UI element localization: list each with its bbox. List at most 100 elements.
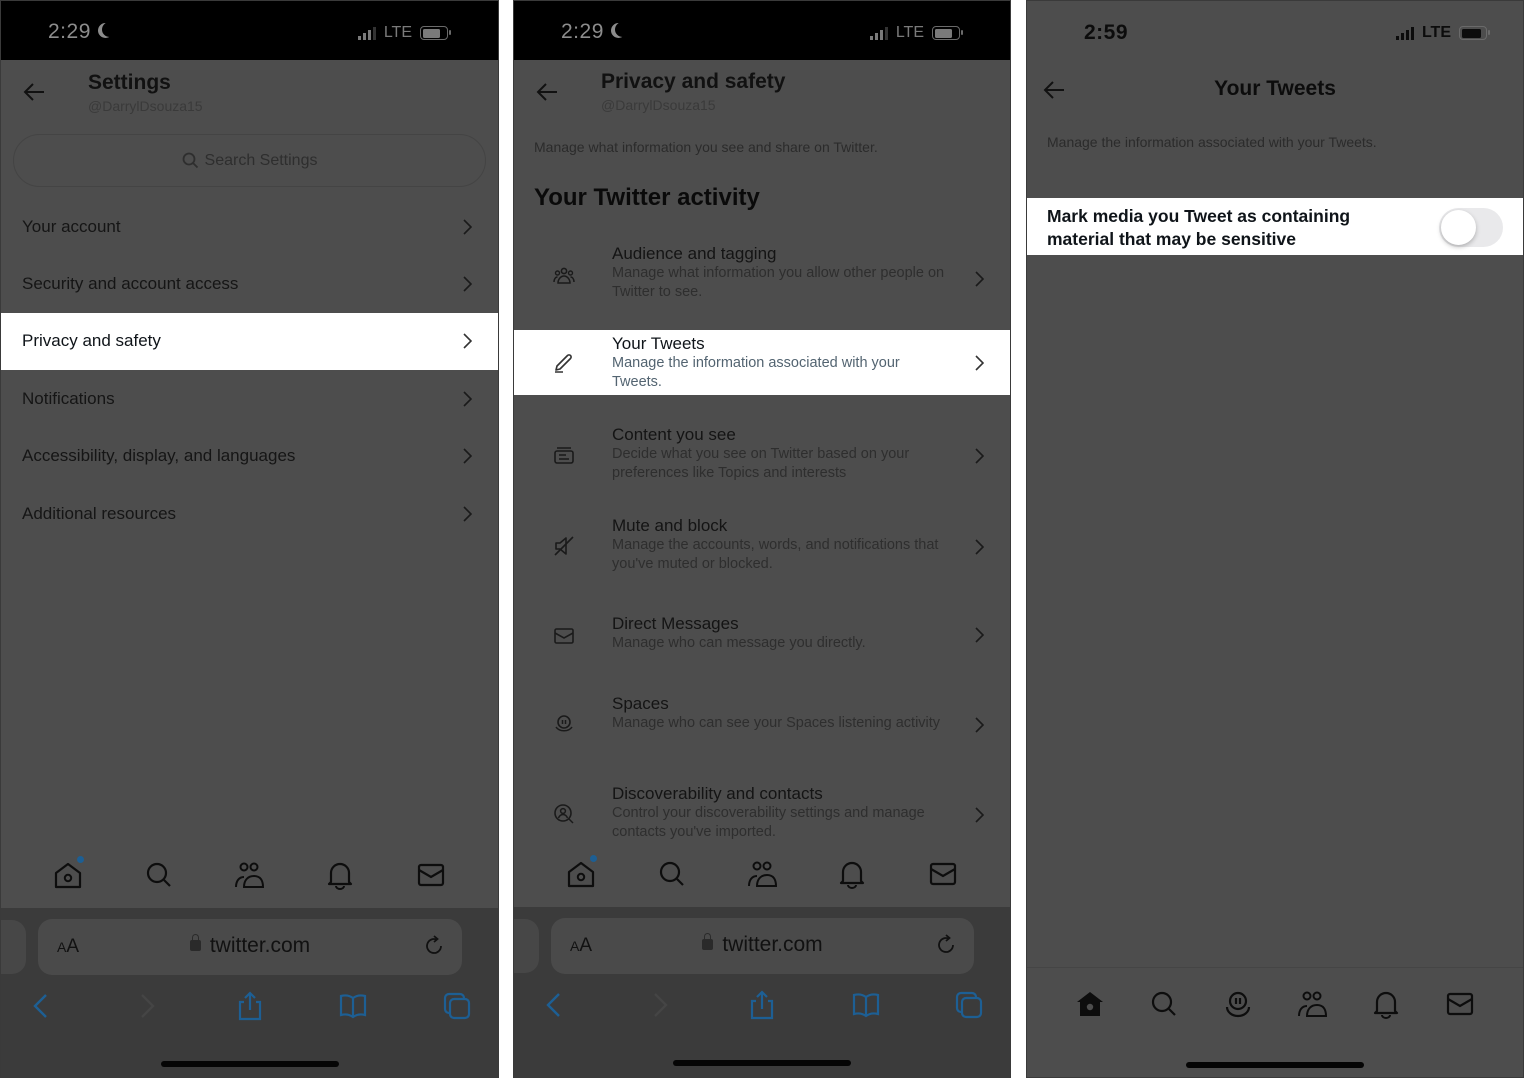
reload-icon[interactable] xyxy=(934,933,958,957)
tab-communities[interactable] xyxy=(233,859,265,891)
safari-toolbar: AA twitter.com xyxy=(1,908,498,1077)
page-description: Manage what information you see and shar… xyxy=(534,139,878,155)
tab-spaces[interactable] xyxy=(1222,988,1254,1020)
tab-bar-divider xyxy=(1027,967,1523,968)
page-title: Your Tweets xyxy=(1214,77,1336,100)
chevron-right-icon xyxy=(975,807,984,823)
previous-tab-stub[interactable] xyxy=(514,919,539,973)
page-description: Manage the information associated with y… xyxy=(1047,134,1377,150)
your-tweets-screen: 2:59 LTE Your Tweets Manage the informat… xyxy=(1026,0,1524,1078)
share-icon[interactable] xyxy=(235,990,265,1022)
share-icon[interactable] xyxy=(747,989,777,1021)
forward-nav-icon[interactable] xyxy=(644,989,674,1021)
battery-icon xyxy=(420,26,451,40)
address-bar[interactable]: AA twitter.com xyxy=(551,918,974,974)
option-spaces[interactable]: Spaces Manage who can see your Spaces lis… xyxy=(514,690,1010,760)
previous-tab-stub[interactable] xyxy=(1,920,26,974)
home-icon xyxy=(568,861,595,888)
url-text: twitter.com xyxy=(722,933,823,956)
bookmarks-icon[interactable] xyxy=(338,990,368,1022)
safari-toolbar: AA twitter.com xyxy=(514,907,1010,1077)
tab-home[interactable] xyxy=(52,856,85,891)
option-description: Manage the accounts, words, and notifica… xyxy=(612,537,939,572)
menu-item-label: Security and account access xyxy=(22,274,239,294)
tab-search[interactable] xyxy=(1148,988,1180,1020)
signal-icon xyxy=(869,26,888,40)
status-time: 2:29 xyxy=(561,20,604,43)
address-bar[interactable]: AA twitter.com xyxy=(38,919,462,975)
option-direct-messages[interactable]: Direct Messages Manage who can message yo… xyxy=(514,610,1010,660)
option-description: Manage what information you allow other … xyxy=(612,265,945,300)
option-description: Control your discoverability settings an… xyxy=(612,805,925,840)
option-your-tweets[interactable]: Your Tweets Manage the information associ… xyxy=(514,330,1010,395)
option-discoverability-and-contacts[interactable]: Discoverability and contacts Control your… xyxy=(514,780,1010,850)
bookmarks-icon[interactable] xyxy=(851,989,881,1021)
lock-icon xyxy=(189,934,201,951)
account-handle: @DarrylDsouza15 xyxy=(601,97,716,113)
sensitive-media-setting: Mark media you Tweet as containing mater… xyxy=(1027,198,1523,255)
option-title: Spaces xyxy=(612,694,669,713)
option-mute-and-block[interactable]: Mute and block Manage the accounts, words… xyxy=(514,512,1010,582)
tab-notifications[interactable] xyxy=(324,859,356,891)
option-title: Direct Messages xyxy=(612,614,739,633)
carrier-label: LTE xyxy=(895,24,924,41)
back-nav-icon[interactable] xyxy=(27,990,57,1022)
menu-item-your-account[interactable]: Your account xyxy=(1,198,498,255)
bell-icon xyxy=(1373,991,1399,1019)
option-title: Your Tweets xyxy=(612,334,705,353)
toggle-knob xyxy=(1441,210,1476,245)
bottom-tab-bar xyxy=(514,855,1010,890)
communities-icon xyxy=(747,861,777,887)
back-nav-icon[interactable] xyxy=(540,989,570,1021)
sensitive-media-label: Mark media you Tweet as containing mater… xyxy=(1047,206,1351,249)
settings-menu: Your account Security and account access… xyxy=(1,198,498,542)
tab-search[interactable] xyxy=(656,858,688,890)
menu-item-security[interactable]: Security and account access xyxy=(1,255,498,312)
menu-item-label: Accessibility, display, and languages xyxy=(22,446,296,466)
tab-messages[interactable] xyxy=(927,858,959,890)
tabs-icon[interactable] xyxy=(954,989,984,1021)
option-audience-and-tagging[interactable]: Audience and tagging Manage what informat… xyxy=(514,240,1010,320)
tabs-icon[interactable] xyxy=(442,990,472,1022)
chevron-right-icon xyxy=(463,448,472,464)
chevron-right-icon xyxy=(463,276,472,292)
sensitive-media-toggle[interactable] xyxy=(1439,208,1503,247)
home-icon xyxy=(55,862,82,889)
bell-icon xyxy=(840,861,865,889)
tab-home[interactable] xyxy=(1074,988,1106,1020)
bottom-tab-bar xyxy=(1027,988,1523,1020)
menu-item-notifications[interactable]: Notifications xyxy=(1,370,498,427)
search-icon xyxy=(659,861,684,886)
menu-item-privacy-and-safety[interactable]: Privacy and safety xyxy=(1,312,498,371)
option-description: Manage who can message you directly. xyxy=(612,635,866,651)
menu-item-additional-resources[interactable]: Additional resources xyxy=(1,485,498,542)
search-settings-input[interactable]: Search Settings xyxy=(13,134,486,187)
tab-communities[interactable] xyxy=(746,858,778,890)
page-title: Settings xyxy=(88,71,171,94)
tab-communities[interactable] xyxy=(1296,988,1328,1020)
back-arrow-icon[interactable] xyxy=(23,82,45,102)
account-handle: @DarrylDsouza15 xyxy=(88,98,203,114)
tab-messages[interactable] xyxy=(1444,988,1476,1020)
carrier-label: LTE xyxy=(1421,24,1451,41)
communities-icon xyxy=(1298,991,1328,1017)
signal-icon xyxy=(1395,26,1414,40)
reload-icon[interactable] xyxy=(422,934,446,958)
option-title: Discoverability and contacts xyxy=(612,784,823,803)
chevron-right-icon xyxy=(463,506,472,522)
option-content-you-see[interactable]: Content you see Decide what you see on Tw… xyxy=(514,421,1010,491)
tab-search[interactable] xyxy=(143,859,175,891)
chevron-right-icon xyxy=(975,717,984,733)
forward-nav-icon[interactable] xyxy=(131,990,161,1022)
pencil-icon xyxy=(555,354,572,373)
chevron-right-icon xyxy=(975,271,984,287)
tab-notifications[interactable] xyxy=(1370,988,1402,1020)
status-bar: 2:59 LTE xyxy=(1027,1,1523,61)
home-icon xyxy=(1077,992,1103,1016)
back-arrow-icon[interactable] xyxy=(536,82,558,102)
tab-notifications[interactable] xyxy=(836,858,868,890)
status-time: 2:59 xyxy=(1084,21,1129,44)
tab-home[interactable] xyxy=(565,855,598,890)
menu-item-accessibility[interactable]: Accessibility, display, and languages xyxy=(1,428,498,485)
tab-messages[interactable] xyxy=(415,859,447,891)
